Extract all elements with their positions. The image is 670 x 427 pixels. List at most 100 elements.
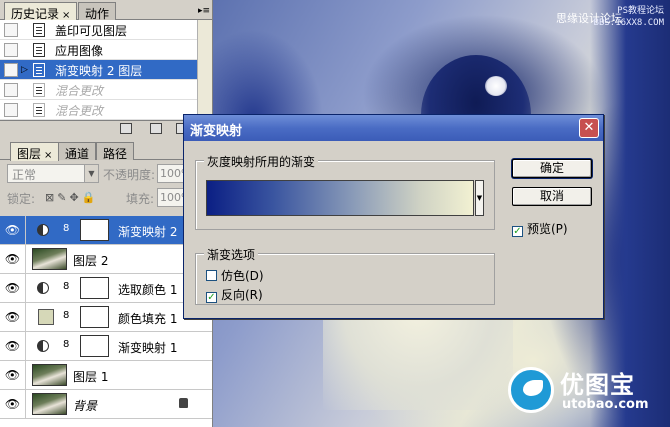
bird-logo-icon bbox=[508, 367, 554, 413]
lock-transparency-icon[interactable]: ⊠ bbox=[45, 191, 57, 204]
layer-name[interactable]: 颜色填充 1 bbox=[118, 310, 177, 327]
palette-menu-icon[interactable]: ▸≡ bbox=[198, 6, 210, 16]
eye-icon[interactable]: 👁 bbox=[0, 303, 26, 331]
gradient-options-title: 渐变选项 bbox=[204, 246, 259, 263]
gradient-preview[interactable] bbox=[206, 180, 474, 216]
eye-icon[interactable]: 👁 bbox=[0, 390, 26, 418]
new-document-from-state-icon[interactable] bbox=[120, 123, 132, 134]
fill-color-swatch[interactable] bbox=[38, 309, 54, 325]
reverse-label[interactable]: 反向(R) bbox=[221, 288, 263, 302]
layer-row[interactable]: 👁 图层 1 bbox=[0, 361, 212, 390]
layer-mask-thumbnail[interactable] bbox=[80, 306, 109, 328]
layer-thumbnail[interactable] bbox=[32, 393, 67, 415]
fill-label: 填充: bbox=[126, 192, 155, 206]
reverse-box[interactable]: ✓ bbox=[206, 292, 217, 303]
layer-row[interactable]: 👁 8 渐变映射 1 bbox=[0, 332, 212, 361]
history-item-label: 渐变映射 2 图层 bbox=[55, 64, 143, 78]
history-state-icon bbox=[33, 103, 45, 117]
layer-row-background[interactable]: 👁 背景 bbox=[0, 390, 212, 419]
link-chain-icon[interactable]: 8 bbox=[63, 223, 69, 234]
history-item[interactable]: 应用图像 bbox=[0, 40, 197, 60]
layer-name[interactable]: 渐变映射 1 bbox=[118, 339, 177, 356]
history-source-checkbox[interactable] bbox=[4, 63, 18, 77]
close-icon[interactable]: ✕ bbox=[579, 118, 599, 138]
reverse-checkbox[interactable]: ✓ 反向(R) bbox=[206, 286, 263, 303]
dither-checkbox[interactable]: 仿色(D) bbox=[206, 267, 264, 284]
history-item-label: 混合更改 bbox=[55, 84, 104, 98]
eye-icon[interactable]: 👁 bbox=[0, 245, 26, 273]
tab-actions[interactable]: 动作 bbox=[78, 2, 117, 21]
layer-row-selected[interactable]: 👁 8 渐变映射 2 bbox=[0, 216, 212, 245]
tab-history-label: 历史记录 bbox=[11, 7, 60, 21]
layer-thumbnail[interactable] bbox=[32, 364, 67, 386]
gradient-group-title: 灰度映射所用的渐变 bbox=[204, 153, 319, 170]
layer-name[interactable]: 背景 bbox=[73, 397, 97, 414]
link-chain-icon[interactable]: 8 bbox=[63, 310, 69, 321]
layer-thumbnail[interactable] bbox=[32, 248, 67, 270]
dither-label[interactable]: 仿色(D) bbox=[221, 269, 264, 283]
gradient-picker-dropdown[interactable]: ▼ bbox=[475, 180, 484, 216]
tab-paths[interactable]: 路径 bbox=[96, 142, 135, 161]
lock-image-icon[interactable]: ✎ bbox=[57, 191, 69, 204]
opacity-label: 不透明度: bbox=[103, 168, 156, 182]
chevron-down-icon[interactable]: ▼ bbox=[84, 165, 98, 182]
tab-channels[interactable]: 通道 bbox=[58, 142, 97, 161]
eye-icon[interactable]: 👁 bbox=[0, 274, 26, 302]
tab-actions-label: 动作 bbox=[85, 7, 110, 21]
preview-label[interactable]: 预览(P) bbox=[527, 222, 568, 236]
layer-name[interactable]: 渐变映射 2 bbox=[118, 223, 177, 240]
link-chain-icon[interactable]: 8 bbox=[63, 281, 69, 292]
history-footer bbox=[0, 120, 212, 136]
layer-mask-thumbnail[interactable] bbox=[80, 335, 109, 357]
layer-name[interactable]: 图层 2 bbox=[73, 252, 108, 269]
layer-mask-thumbnail[interactable] bbox=[80, 219, 109, 241]
layer-mask-thumbnail[interactable] bbox=[80, 277, 109, 299]
history-state-icon bbox=[33, 63, 45, 77]
history-item-label: 混合更改 bbox=[55, 104, 104, 118]
layer-row[interactable]: 👁 8 颜色填充 1 bbox=[0, 303, 212, 332]
tab-layers[interactable]: 图层 × bbox=[10, 142, 60, 161]
dialog-titlebar[interactable]: 渐变映射 ✕ bbox=[184, 115, 603, 141]
history-source-checkbox[interactable] bbox=[4, 103, 18, 117]
logo-en-text: utobao.com bbox=[562, 397, 649, 412]
dither-box[interactable] bbox=[206, 270, 217, 281]
history-scrollbar[interactable] bbox=[197, 20, 212, 120]
ok-button[interactable]: 确定 bbox=[512, 159, 592, 178]
preview-checkbox[interactable]: ✓ 预览(P) bbox=[512, 220, 568, 237]
cancel-button[interactable]: 取消 bbox=[512, 187, 592, 206]
link-chain-icon[interactable]: 8 bbox=[63, 339, 69, 350]
history-list: 盖印可见图层 应用图像 ▷ 渐变映射 2 图层 混合更改 混合更改 bbox=[0, 20, 197, 120]
snapshot-camera-icon[interactable] bbox=[150, 123, 162, 134]
history-source-checkbox[interactable] bbox=[4, 43, 18, 57]
eye-icon[interactable]: 👁 bbox=[0, 361, 26, 389]
history-item[interactable]: 盖印可见图层 bbox=[0, 20, 197, 40]
utobao-logo: 优图宝 utobao.com bbox=[508, 365, 658, 419]
layer-name[interactable]: 图层 1 bbox=[73, 368, 108, 385]
layer-row[interactable]: 👁 图层 2 bbox=[0, 245, 212, 274]
lock-all-icon[interactable]: 🔒 bbox=[82, 191, 99, 204]
history-item[interactable]: 混合更改 bbox=[0, 80, 197, 100]
eye-icon[interactable]: 👁 bbox=[0, 216, 26, 244]
lock-position-icon[interactable]: ✥ bbox=[69, 191, 81, 204]
history-item-selected[interactable]: ▷ 渐变映射 2 图层 bbox=[0, 60, 197, 80]
adjustment-layer-icon bbox=[37, 340, 49, 352]
history-source-checkbox[interactable] bbox=[4, 83, 18, 97]
lock-icon bbox=[179, 398, 188, 408]
history-state-icon bbox=[33, 43, 45, 57]
tab-paths-label: 路径 bbox=[103, 147, 128, 161]
eye-icon[interactable]: 👁 bbox=[0, 332, 26, 360]
layer-row[interactable]: 👁 8 选取颜色 1 bbox=[0, 274, 212, 303]
logo-cn-text: 优图宝 bbox=[560, 371, 635, 399]
blend-mode-select[interactable]: 正常 ▼ bbox=[7, 164, 99, 183]
history-item[interactable]: 混合更改 bbox=[0, 100, 197, 120]
history-slider-icon[interactable]: ▷ bbox=[21, 65, 28, 75]
lock-label: 锁定: bbox=[7, 192, 36, 206]
history-source-checkbox[interactable] bbox=[4, 23, 18, 37]
history-item-label: 盖印可见图层 bbox=[55, 24, 128, 38]
adjustment-layer-icon bbox=[37, 282, 49, 294]
tab-history[interactable]: 历史记录 × bbox=[4, 2, 78, 21]
history-state-icon bbox=[33, 23, 45, 37]
preview-box[interactable]: ✓ bbox=[512, 226, 523, 237]
lock-icons[interactable]: ⊠✎✥🔒 bbox=[45, 191, 98, 204]
layer-name[interactable]: 选取颜色 1 bbox=[118, 281, 177, 298]
